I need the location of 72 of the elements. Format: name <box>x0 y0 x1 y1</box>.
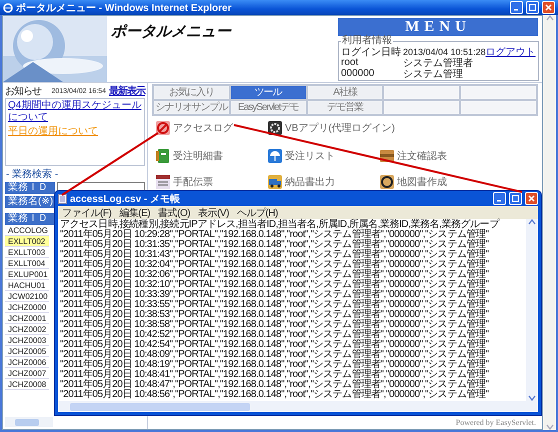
text-line: "2011年05月20日 10:32:06","PORTAL","192.168.0.148","root","システム管理者","000000","システム管理" <box>60 270 490 280</box>
menu-item[interactable]: 受注明細書 <box>156 149 223 163</box>
department-name: システム管理 <box>403 68 463 80</box>
text-line: "2011年05月20日 10:32:10","PORTAL","192.168.0.148","root","システム管理者","000000","システム管理" <box>60 280 490 290</box>
tab[interactable]: シナリオサンプル <box>153 100 230 115</box>
text-line: "2011年05月20日 10:33:55","PORTAL","192.168.0.148","root","システム管理者","000000","システム管理" <box>60 300 490 310</box>
menu-entry[interactable]: ファイル(F) <box>62 206 112 220</box>
menu-entry[interactable]: ヘルプ(H) <box>236 206 278 220</box>
search-heading: - 業務検索 - <box>5 168 60 181</box>
department-id: 000000 <box>341 68 376 79</box>
text-line: アクセス日時,接続種別,接続元IPアドレス,担当者ID,担当者名,所属ID,所属名,業務ID,業務名,業務グループ <box>60 220 500 230</box>
text-line: "2011年05月20日 10:33:39","PORTAL","192.168.0.148","root","システム管理者","000000","システム管理" <box>60 290 490 300</box>
menu-entry[interactable]: 表示(V) <box>198 206 229 220</box>
portal-title: ポータルメニュー <box>110 22 232 42</box>
footer-text: Powered by EasyServlet. <box>454 418 537 429</box>
menu-item[interactable]: 受注リスト <box>268 149 335 163</box>
task-id-cell[interactable]: JCHZ0007 <box>5 368 49 379</box>
text-line: "2011年05月20日 10:48:47","PORTAL","192.168.0.148","root","システム管理者","000000","システム管理" <box>60 380 490 390</box>
text-line: "2011年05月20日 10:38:53","PORTAL","192.168.0.148","root","システム管理者","000000","システム管理" <box>60 310 490 320</box>
search-label: 業務名(※) <box>5 196 55 208</box>
text-line: "2011年05月20日 10:32:04","PORTAL","192.168.0.148","root","システム管理者","000000","システム管理" <box>60 260 490 270</box>
user-name: システム管理者 <box>403 56 473 69</box>
refresh-link[interactable]: 最新表示 <box>109 84 145 98</box>
menu-item[interactable]: VBアプリ(代理ログイン) <box>268 121 395 135</box>
text-line: "2011年05月20日 10:42:52","PORTAL","192.168.0.148","root","システム管理者","000000","システム管理" <box>60 330 490 340</box>
notepad-title: accessLog.csv - メモ帳 <box>70 192 182 206</box>
task-id-cell[interactable]: JCHZ0003 <box>5 335 49 346</box>
task-id-cell[interactable]: JCW02100 <box>5 291 49 302</box>
text-line: "2011年05月20日 10:48:56","PORTAL","192.168.0.148","root","システム管理者","000000","システム管理" <box>60 390 490 400</box>
menu-item[interactable]: 注文確認表 <box>380 149 447 163</box>
tab[interactable]: ツール <box>230 85 307 100</box>
window-title: ポータルメニュー - Windows Internet Explorer <box>16 2 232 14</box>
task-id-cell[interactable]: JCHZ0002 <box>5 324 49 335</box>
task-id-cell[interactable]: EXLLT003 <box>5 247 49 258</box>
text-line: "2011年05月20日 10:29:28","PORTAL","192.168.0.148","root","システム管理者","000000","システム管理" <box>60 230 490 240</box>
task-id-cell[interactable]: EXLLT004 <box>5 258 49 269</box>
menu-entry[interactable]: 編集(E) <box>119 206 150 220</box>
tab[interactable]: EasyServletデモ <box>230 100 307 115</box>
task-id-cell[interactable]: JCHZ0001 <box>5 313 49 324</box>
task-id-cell[interactable]: JCHZ0000 <box>5 302 49 313</box>
column-header: 業務ＩＤ <box>5 213 55 225</box>
notice-link[interactable]: Q4期間中の運用スケジュールについて <box>8 100 142 124</box>
task-id-cell[interactable]: HACHU01 <box>5 280 49 291</box>
menu-item[interactable]: 地図書作成 <box>380 175 447 189</box>
text-line: "2011年05月20日 10:48:09","PORTAL","192.168.0.148","root","システム管理者","000000","システム管理" <box>60 350 490 360</box>
menu-item[interactable]: 納品書出力 <box>268 175 335 189</box>
tab[interactable]: お気に入り <box>153 85 230 100</box>
login-label: ログイン日時 <box>341 46 402 58</box>
notices-heading: お知らせ <box>5 85 41 98</box>
tab[interactable]: デモ営業 <box>306 100 384 115</box>
text-line: "2011年05月20日 10:38:58","PORTAL","192.168.0.148","root","システム管理者","000000","システム管理" <box>60 320 490 330</box>
text-line: "2011年05月20日 10:48:19","PORTAL","192.168.0.148","root","システム管理者","000000","システム管理" <box>60 360 490 370</box>
task-id-cell[interactable]: ACCOLOG <box>5 225 49 236</box>
task-id-cell[interactable]: JCHZ0008 <box>5 379 49 390</box>
user-info-legend: 利用者情報 <box>341 36 393 46</box>
task-id-cell[interactable]: JCHZ0006 <box>5 357 49 368</box>
search-label: 業務ＩＤ <box>5 182 55 194</box>
task-id-cell[interactable]: EXLUP001 <box>5 269 49 280</box>
menu-item[interactable]: 手配伝票 <box>156 175 213 189</box>
logout-link[interactable]: ログアウト <box>486 44 536 58</box>
menu-heading: MENU <box>338 18 538 36</box>
task-id-cell[interactable]: JCHZ0005 <box>5 346 49 357</box>
menu-entry[interactable]: 書式(O) <box>158 206 190 220</box>
task-id-cell[interactable]: EXLLT002 <box>5 236 49 247</box>
text-line: "2011年05月20日 10:31:43","PORTAL","192.168.0.148","root","システム管理者","000000","システム管理" <box>60 250 490 260</box>
text-line: "2011年05月20日 10:42:54","PORTAL","192.168.0.148","root","システム管理者","000000","システム管理" <box>60 340 490 350</box>
menu-item[interactable]: アクセスログ <box>156 121 233 135</box>
text-line: "2011年05月20日 10:31:35","PORTAL","192.168.0.148","root","システム管理者","000000","システム管理" <box>60 240 490 250</box>
login-time: 2013/04/04 10:51:28 <box>403 46 486 56</box>
tab[interactable]: A社様 <box>306 85 384 100</box>
user-id: root <box>341 57 360 68</box>
text-line: "2011年05月20日 10:48:41","PORTAL","192.168.0.148","root","システム管理者","000000","システム管理" <box>60 370 490 380</box>
